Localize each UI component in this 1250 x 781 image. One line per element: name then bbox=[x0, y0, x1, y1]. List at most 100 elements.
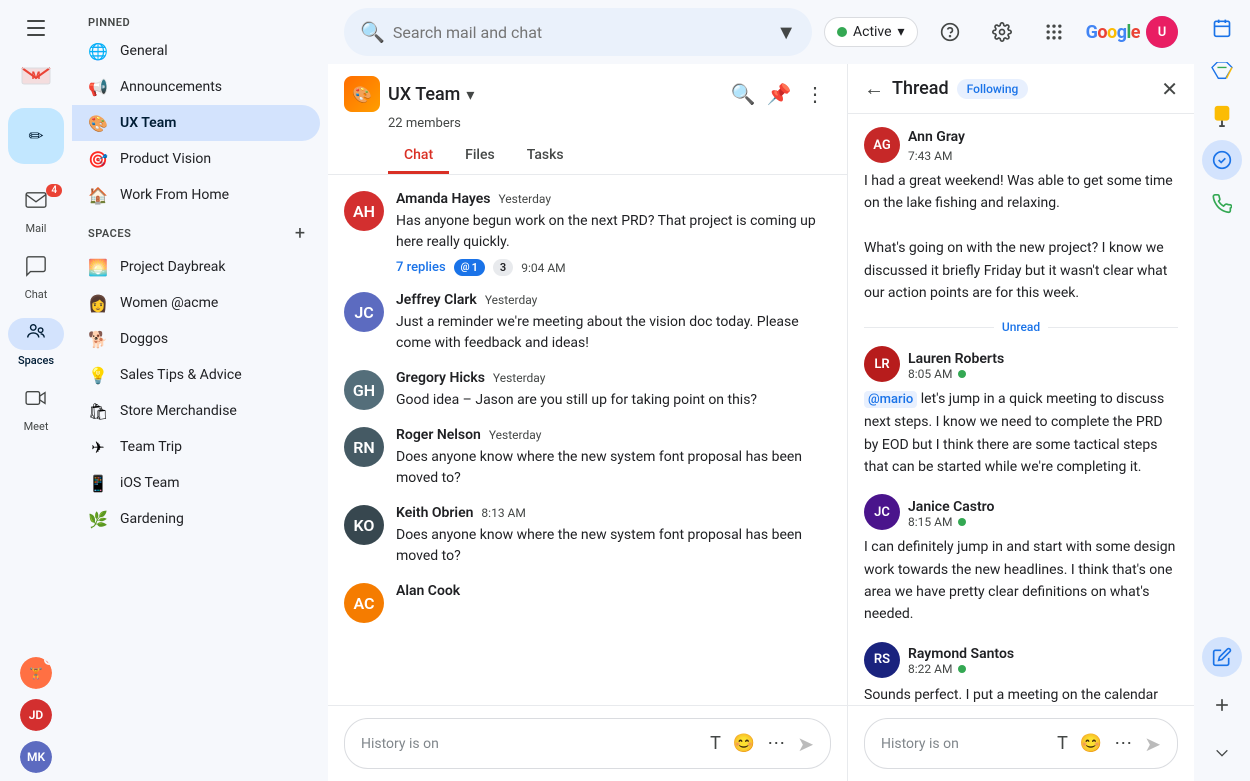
thread-message-text: I had a great weekend! Was able to get s… bbox=[864, 170, 1178, 304]
thread-header: ← Thread Following ✕ bbox=[848, 64, 1194, 114]
nav-item-spaces[interactable]: Spaces bbox=[0, 310, 72, 374]
sidebar-label-general: General bbox=[120, 43, 168, 59]
sidebar-item-ux-team[interactable]: 🎨 UX Team bbox=[72, 105, 320, 141]
calendar-icon[interactable] bbox=[1202, 8, 1242, 48]
sidebar-item-team-trip[interactable]: ✈ Team Trip bbox=[72, 429, 320, 465]
message-text: Does anyone know where the new system fo… bbox=[396, 525, 831, 567]
send-button[interactable]: ➤ bbox=[797, 732, 814, 756]
add-widget-button[interactable] bbox=[1202, 685, 1242, 725]
list-item[interactable]: AC Alan Cook bbox=[328, 575, 847, 631]
google-drive-icon[interactable] bbox=[1202, 52, 1242, 92]
format-text-icon[interactable]: T bbox=[706, 729, 725, 758]
chat-title-dropdown[interactable]: ▾ bbox=[466, 85, 474, 104]
gardening-icon: 🌿 bbox=[88, 510, 108, 529]
sidebar-label-product-vision: Product Vision bbox=[120, 151, 211, 167]
general-icon: 🌐 bbox=[88, 42, 108, 61]
thread-input-placeholder[interactable]: History is on bbox=[881, 736, 1045, 752]
help-button[interactable] bbox=[930, 12, 970, 52]
sidebar-item-store-merchandise[interactable]: 🛍 Store Merchandise bbox=[72, 393, 320, 429]
replies-link[interactable]: 7 replies bbox=[396, 260, 446, 275]
search-dropdown-icon[interactable]: ▼ bbox=[776, 20, 796, 45]
thread-message: AG Ann Gray 7:43 AM I had a great weeken… bbox=[864, 126, 1178, 304]
following-badge[interactable]: Following bbox=[957, 79, 1029, 99]
list-item[interactable]: KO Keith Obrien 8:13 AM Does anyone know… bbox=[328, 497, 847, 575]
list-item[interactable]: GH Gregory Hicks Yesterday Good idea – J… bbox=[328, 362, 847, 419]
doggos-icon: 🐕 bbox=[88, 330, 108, 349]
compose-button[interactable]: ✏ bbox=[8, 108, 64, 164]
list-item[interactable]: RN Roger Nelson Yesterday Does anyone kn… bbox=[328, 419, 847, 497]
sidebar-item-gardening[interactable]: 🌿 Gardening bbox=[72, 501, 320, 537]
message-time: 8:13 AM bbox=[481, 506, 525, 520]
tab-chat[interactable]: Chat bbox=[388, 139, 449, 174]
chat-header: 🎨 UX Team ▾ 🔍 📌 ⋮ 22 members bbox=[328, 64, 847, 175]
search-input[interactable] bbox=[393, 23, 768, 42]
sender-name: Amanda Hayes bbox=[396, 191, 490, 207]
thread-sender-name: Lauren Roberts bbox=[908, 351, 1004, 367]
active-status-button[interactable]: Active ▾ bbox=[824, 17, 918, 47]
tab-tasks[interactable]: Tasks bbox=[511, 139, 580, 174]
sidebar: PINNED 🌐 General 📢 Announcements 🎨 UX Te… bbox=[72, 0, 328, 781]
chat-more-button[interactable]: ⋮ bbox=[799, 78, 831, 110]
messages-list: AH Amanda Hayes Yesterday Has anyone beg… bbox=[328, 175, 847, 705]
sidebar-item-women-acme[interactable]: 👩 Women @acme bbox=[72, 285, 320, 321]
more-options-icon[interactable]: ⋯ bbox=[763, 729, 789, 758]
thread-panel: ← Thread Following ✕ AG Ann Gray 7:43 AM bbox=[848, 64, 1194, 781]
chat-input-bar: History is on T 😊 ⋯ ➤ bbox=[328, 705, 847, 781]
avatar: JC bbox=[864, 494, 900, 530]
avatar: RS bbox=[864, 642, 900, 678]
add-space-button[interactable]: + bbox=[288, 221, 312, 245]
list-item[interactable]: AH Amanda Hayes Yesterday Has anyone beg… bbox=[328, 183, 847, 284]
sidebar-label-store-merchandise: Store Merchandise bbox=[120, 403, 237, 419]
sidebar-item-general[interactable]: 🌐 General bbox=[72, 33, 320, 69]
message-time: Yesterday bbox=[485, 293, 538, 307]
tasks-icon[interactable] bbox=[1202, 140, 1242, 180]
sidebar-item-announcements[interactable]: 📢 Announcements bbox=[72, 69, 320, 105]
nav-item-meet[interactable]: Meet bbox=[0, 376, 72, 440]
avatar: KO bbox=[344, 505, 384, 545]
settings-button[interactable] bbox=[982, 12, 1022, 52]
apps-button[interactable] bbox=[1034, 12, 1074, 52]
search-box: 🔍 ▼ bbox=[344, 8, 812, 56]
expand-panel-button[interactable] bbox=[1202, 733, 1242, 773]
user-avatar[interactable]: U bbox=[1146, 16, 1178, 48]
thread-emoji-icon[interactable]: 😊 bbox=[1076, 729, 1106, 758]
chat-input-placeholder[interactable]: History is on bbox=[361, 736, 698, 752]
right-rail bbox=[1194, 0, 1250, 781]
sales-tips-icon: 💡 bbox=[88, 366, 108, 385]
hamburger-button[interactable] bbox=[16, 8, 56, 48]
list-item[interactable]: JC Jeffrey Clark Yesterday Just a remind… bbox=[328, 284, 847, 362]
thread-close-button[interactable]: ✕ bbox=[1161, 77, 1178, 101]
nav-item-chat[interactable]: Chat bbox=[0, 244, 72, 308]
google-keep-icon[interactable] bbox=[1202, 96, 1242, 136]
thread-more-icon[interactable]: ⋯ bbox=[1110, 729, 1136, 758]
tab-files[interactable]: Files bbox=[449, 139, 511, 174]
sidebar-item-ios-team[interactable]: 📱 iOS Team bbox=[72, 465, 320, 501]
chat-tabs: Chat Files Tasks bbox=[388, 139, 831, 174]
thread-input-bar: History is on T 😊 ⋯ ➤ bbox=[848, 705, 1194, 781]
sidebar-item-work-from-home[interactable]: 🏠 Work From Home bbox=[72, 177, 320, 213]
sidebar-item-project-daybreak[interactable]: 🌅 Project Daybreak bbox=[72, 249, 320, 285]
edit-icon[interactable] bbox=[1202, 637, 1242, 677]
chat-pin-button[interactable]: 📌 bbox=[763, 78, 795, 110]
thread-sender-name: Raymond Santos bbox=[908, 646, 1014, 662]
thread-title: Thread bbox=[892, 78, 949, 99]
thread-message-time: 8:22 AM bbox=[908, 662, 952, 676]
sidebar-label-work-from-home: Work From Home bbox=[120, 187, 229, 203]
thread-send-button[interactable]: ➤ bbox=[1144, 732, 1161, 756]
bottom-avatar-2[interactable]: JD bbox=[20, 699, 52, 731]
thread-message-text: @mario let's jump in a quick meeting to … bbox=[864, 388, 1178, 478]
thread-format-icon[interactable]: T bbox=[1053, 729, 1072, 758]
chat-search-button[interactable]: 🔍 bbox=[727, 78, 759, 110]
chat-header-actions: 🔍 📌 ⋮ bbox=[727, 78, 831, 110]
contacts-icon[interactable] bbox=[1202, 184, 1242, 224]
back-button[interactable]: ← bbox=[864, 76, 884, 101]
emoji-icon[interactable]: 😊 bbox=[729, 729, 759, 758]
nav-label-chat: Chat bbox=[25, 288, 48, 301]
nav-label-meet: Meet bbox=[24, 420, 49, 433]
sidebar-item-doggos[interactable]: 🐕 Doggos bbox=[72, 321, 320, 357]
bottom-avatar-3[interactable]: MK bbox=[20, 741, 52, 773]
sidebar-item-product-vision[interactable]: 🎯 Product Vision bbox=[72, 141, 320, 177]
nav-item-mail[interactable]: 4 Mail bbox=[0, 178, 72, 242]
sidebar-item-sales-tips[interactable]: 💡 Sales Tips & Advice bbox=[72, 357, 320, 393]
bottom-avatar-1[interactable]: 🏋 bbox=[20, 657, 52, 689]
